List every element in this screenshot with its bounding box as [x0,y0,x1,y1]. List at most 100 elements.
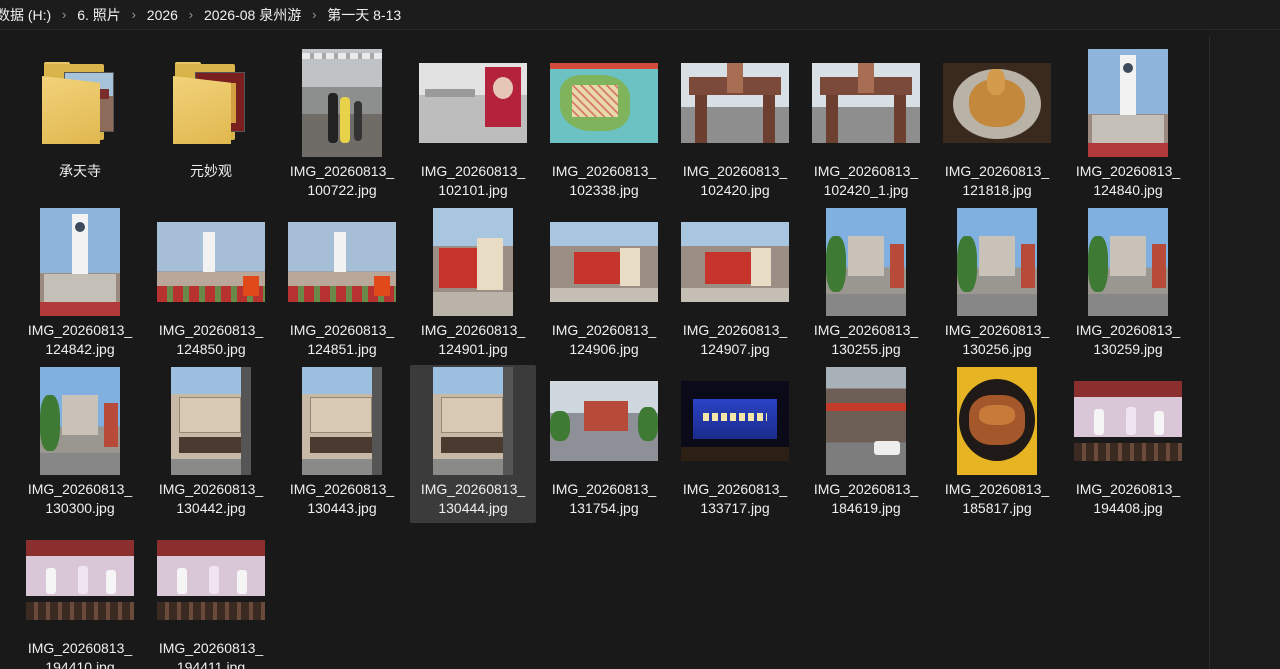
file-name-line-1: IMG_20260813_ [1075,322,1181,338]
file-name-label: IMG_20260813_ 131754.jpg [537,480,671,518]
image-thumbnail [943,63,1051,143]
file-item[interactable]: IMG_20260813_ 124907.jpg [672,206,798,364]
file-name-line-1: IMG_20260813_ [1075,163,1181,179]
file-item[interactable]: IMG_20260813_ 124840.jpg [1065,47,1191,205]
image-thumbnail [157,540,265,620]
file-name-line-2: 130443.jpg [307,500,377,516]
chevron-right-icon[interactable]: › [53,7,75,22]
file-name-line-2: 121818.jpg [962,182,1032,198]
file-item[interactable]: IMG_20260813_ 194408.jpg [1065,365,1191,523]
file-item[interactable]: IMG_20260813_ 185817.jpg [934,365,1060,523]
file-name-line-1: IMG_20260813_ [27,640,133,656]
file-item[interactable]: IMG_20260813_ 124851.jpg [279,206,405,364]
image-thumbnail [957,208,1037,316]
file-item[interactable]: IMG_20260813_ 124842.jpg [17,206,143,364]
file-name-label: IMG_20260813_ 100722.jpg [275,162,409,200]
chevron-right-icon[interactable]: › [123,7,145,22]
file-name-label: IMG_20260813_ 130443.jpg [275,480,409,518]
file-name-line-1: IMG_20260813_ [158,640,264,656]
file-name-line-2: 124840.jpg [1093,182,1163,198]
file-name-label: IMG_20260813_ 124901.jpg [406,321,540,359]
file-grid: 承天寺 元妙观 IMG_20260813_ 100722.jpg IMG_2026… [0,31,1210,669]
chevron-right-icon[interactable]: › [180,7,202,22]
file-name-label: IMG_20260813_ 124840.jpg [1061,162,1195,200]
file-name-line-2: 102101.jpg [438,182,508,198]
file-name-line-1: IMG_20260813_ [158,481,264,497]
folder-icon [42,62,118,144]
file-name-line-2: 130259.jpg [1093,341,1163,357]
image-thumbnail [433,208,513,316]
file-item[interactable]: IMG_20260813_ 124850.jpg [148,206,274,364]
image-thumbnail [40,208,120,316]
file-name-line-2: 133717.jpg [700,500,770,516]
folder-item[interactable]: 元妙观 [148,47,274,205]
file-item[interactable]: IMG_20260813_ 124906.jpg [541,206,667,364]
image-thumbnail [288,222,396,302]
file-name-line-1: IMG_20260813_ [420,481,526,497]
chevron-right-icon[interactable]: › [303,7,325,22]
file-name-label: IMG_20260813_ 194411.jpg [144,639,278,669]
file-name-line-2: 102420_1.jpg [823,182,909,198]
breadcrumb-item[interactable]: 数据 (H:) [0,5,53,25]
file-name-label: IMG_20260813_ 130444.jpg [406,480,540,518]
file-item[interactable]: IMG_20260813_ 184619.jpg [803,365,929,523]
file-item[interactable]: IMG_20260813_ 130255.jpg [803,206,929,364]
file-name-label: IMG_20260813_ 124906.jpg [537,321,671,359]
file-name-label: IMG_20260813_ 184619.jpg [799,480,933,518]
file-item[interactable]: IMG_20260813_ 194411.jpg [148,524,274,669]
file-name-line-1: IMG_20260813_ [813,163,919,179]
file-name-line-2: 124906.jpg [569,341,639,357]
file-name-line-1: IMG_20260813_ [813,481,919,497]
file-item[interactable]: IMG_20260813_ 130300.jpg [17,365,143,523]
file-name-line-1: IMG_20260813_ [682,163,788,179]
file-name-line-1: IMG_20260813_ [551,163,657,179]
file-item[interactable]: IMG_20260813_ 102420_1.jpg [803,47,929,205]
file-item[interactable]: IMG_20260813_ 102420.jpg [672,47,798,205]
file-name-line-2: 131754.jpg [569,500,639,516]
file-name-line-1: IMG_20260813_ [420,163,526,179]
file-name-label: IMG_20260813_ 130255.jpg [799,321,933,359]
file-item[interactable]: IMG_20260813_ 133717.jpg [672,365,798,523]
file-item[interactable]: IMG_20260813_ 130256.jpg [934,206,1060,364]
breadcrumb-item[interactable]: 2026-08 泉州游 [202,5,303,25]
file-item[interactable]: IMG_20260813_ 102338.jpg [541,47,667,205]
file-name-line-2: 185817.jpg [962,500,1032,516]
file-item[interactable]: IMG_20260813_ 130444.jpg [410,365,536,523]
file-name-line-1: IMG_20260813_ [1075,481,1181,497]
file-name-line-2: 130300.jpg [45,500,115,516]
file-item[interactable]: IMG_20260813_ 130443.jpg [279,365,405,523]
file-name-line-2: 184619.jpg [831,500,901,516]
image-thumbnail [826,208,906,316]
file-name-label: IMG_20260813_ 124907.jpg [668,321,802,359]
file-item[interactable]: IMG_20260813_ 131754.jpg [541,365,667,523]
file-name-line-1: IMG_20260813_ [682,322,788,338]
file-name-line-1: IMG_20260813_ [944,163,1050,179]
image-thumbnail [1088,208,1168,316]
file-name-line-2: 124901.jpg [438,341,508,357]
file-name-line-1: IMG_20260813_ [27,322,133,338]
image-thumbnail [419,63,527,143]
breadcrumb-item[interactable]: 2026 [145,7,180,23]
file-name-line-1: IMG_20260813_ [944,322,1050,338]
breadcrumb-item[interactable]: 6. 照片 [75,5,123,25]
file-name-label: IMG_20260813_ 130259.jpg [1061,321,1195,359]
breadcrumb-item[interactable]: 第一天 8-13 [325,5,403,25]
file-name-label: IMG_20260813_ 124850.jpg [144,321,278,359]
file-item[interactable]: IMG_20260813_ 130259.jpg [1065,206,1191,364]
image-thumbnail [26,540,134,620]
folder-item[interactable]: 承天寺 [17,47,143,205]
file-item[interactable]: IMG_20260813_ 124901.jpg [410,206,536,364]
file-item[interactable]: IMG_20260813_ 121818.jpg [934,47,1060,205]
file-item[interactable]: IMG_20260813_ 100722.jpg [279,47,405,205]
file-name-label: IMG_20260813_ 124842.jpg [13,321,147,359]
file-name-label: IMG_20260813_ 130256.jpg [930,321,1064,359]
file-name-line-1: IMG_20260813_ [27,481,133,497]
file-name-line-2: 130444.jpg [438,500,508,516]
file-name-label: IMG_20260813_ 133717.jpg [668,480,802,518]
file-item[interactable]: IMG_20260813_ 130442.jpg [148,365,274,523]
file-item[interactable]: IMG_20260813_ 102101.jpg [410,47,536,205]
file-name-label: IMG_20260813_ 194408.jpg [1061,480,1195,518]
image-thumbnail [302,49,382,157]
file-item[interactable]: IMG_20260813_ 194410.jpg [17,524,143,669]
image-thumbnail [171,367,251,475]
